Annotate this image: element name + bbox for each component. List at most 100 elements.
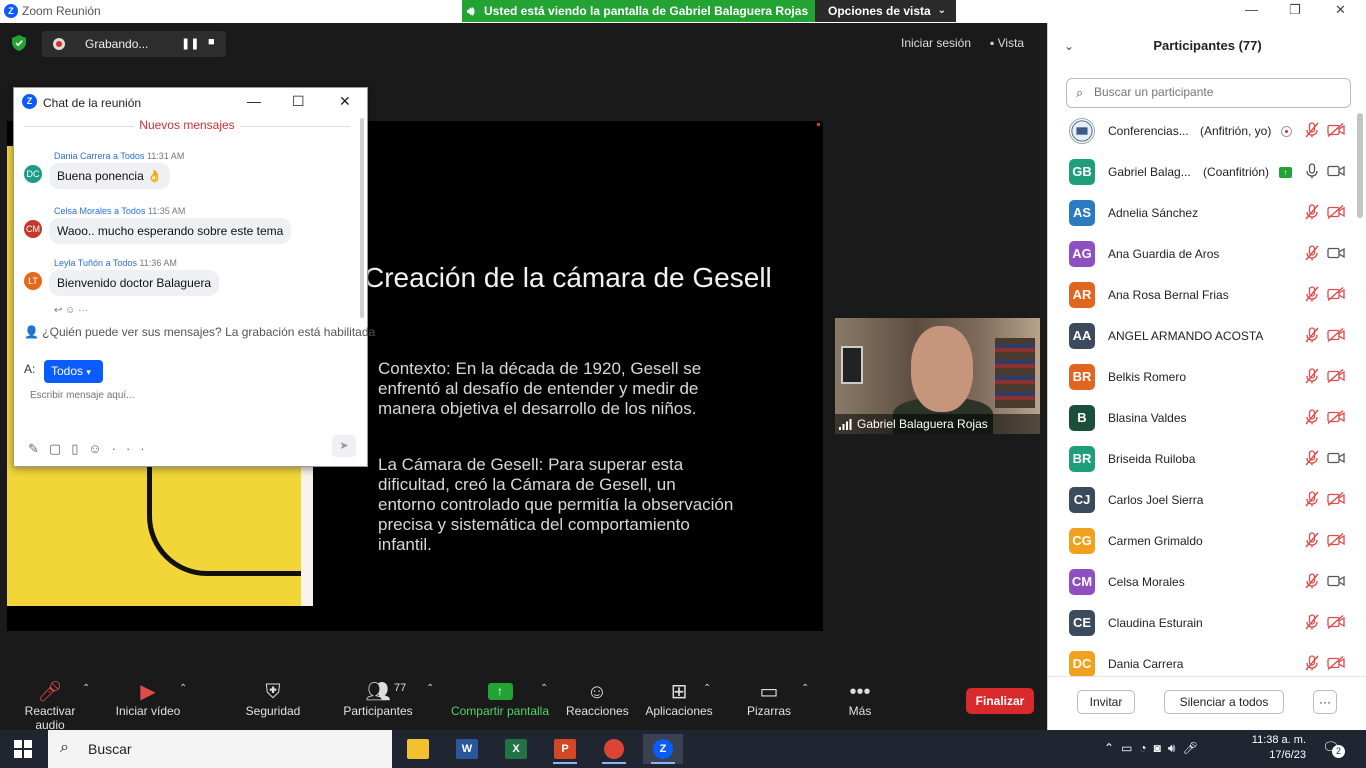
participant-search-input[interactable]: [1094, 85, 1344, 99]
file-explorer-app[interactable]: [398, 734, 438, 764]
system-clock[interactable]: 11:38 a. m. 17/6/23: [1246, 733, 1306, 763]
participant-search-box[interactable]: ⌕: [1066, 78, 1351, 108]
signin-link[interactable]: Iniciar sesión: [901, 36, 971, 50]
emoji-icon[interactable]: ☺: [88, 441, 111, 456]
speaker-video-tile[interactable]: Gabriel Balaguera Rojas: [835, 318, 1040, 434]
participant-row[interactable]: AR Ana Rosa Bernal Frias: [1048, 278, 1366, 319]
video-off-icon[interactable]: [1327, 614, 1345, 630]
apps-button[interactable]: ⊞ Aplicaciones ⌃: [643, 672, 715, 718]
restore-icon[interactable]: ❐: [1289, 2, 1301, 18]
participant-row[interactable]: CE Claudina Esturain: [1048, 606, 1366, 647]
chat-visibility-note[interactable]: 👤 ¿Quién puede ver sus mensajes? La grab…: [24, 325, 375, 339]
battery-icon[interactable]: ▭: [1121, 741, 1139, 755]
view-button[interactable]: ▪ Vista: [990, 36, 1024, 50]
chevron-up-icon[interactable]: ⌃: [801, 683, 809, 694]
encryption-shield-icon[interactable]: [12, 35, 26, 51]
chat-message-input[interactable]: [30, 390, 350, 401]
screenshot-icon[interactable]: ▢: [49, 441, 71, 456]
muted-microphone-icon[interactable]: [1304, 286, 1320, 302]
chrome-app[interactable]: [594, 734, 634, 764]
volume-icon[interactable]: 🔊︎: [1168, 741, 1183, 755]
more-button[interactable]: ••• Más: [842, 672, 878, 718]
emoji-reaction-icon[interactable]: ☺: [65, 305, 75, 316]
participant-row[interactable]: BR Briseida Ruiloba: [1048, 442, 1366, 483]
participant-row[interactable]: Conferencias... (Anfitrión, yo): [1048, 114, 1366, 155]
participant-row[interactable]: AS Adnelia Sánchez: [1048, 196, 1366, 237]
send-button[interactable]: ➤: [332, 435, 356, 457]
taskbar-search-box[interactable]: ⌕ Buscar: [48, 730, 392, 768]
muted-microphone-icon[interactable]: [1304, 532, 1320, 548]
reactions-button[interactable]: ☺ Reacciones: [566, 672, 629, 718]
video-icon[interactable]: [1327, 164, 1345, 178]
video-off-icon[interactable]: [1327, 327, 1345, 343]
start-video-button[interactable]: ▶︎ Iniciar vídeo ⌃: [113, 672, 188, 718]
video-off-icon[interactable]: [1327, 409, 1345, 425]
view-options-dropdown[interactable]: Opciones de vista ⌄: [815, 0, 956, 22]
security-button[interactable]: ⛨ Seguridad: [243, 672, 303, 718]
muted-microphone-icon[interactable]: [1304, 368, 1320, 384]
close-icon[interactable]: ✕: [339, 93, 351, 110]
muted-microphone-icon[interactable]: [1304, 409, 1320, 425]
format-text-icon[interactable]: ✎: [28, 441, 49, 456]
video-off-icon[interactable]: [1327, 532, 1345, 548]
chat-scrollbar[interactable]: [360, 118, 364, 318]
participant-row[interactable]: GB Gabriel Balag... (Coanfitrión) ↑: [1048, 155, 1366, 196]
windows-start-icon[interactable]: [14, 740, 32, 758]
muted-microphone-icon[interactable]: [1304, 491, 1320, 507]
muted-microphone-icon[interactable]: [1304, 614, 1320, 630]
more-options-button[interactable]: ···: [1313, 690, 1337, 714]
muted-microphone-icon[interactable]: [1304, 450, 1320, 466]
video-icon[interactable]: [1327, 246, 1345, 260]
participants-button[interactable]: 👥︎ Participantes 77 ⌃: [342, 672, 434, 718]
video-off-icon[interactable]: [1327, 204, 1345, 220]
muted-microphone-icon[interactable]: [1304, 204, 1320, 220]
muted-microphone-icon[interactable]: [1304, 327, 1320, 343]
stop-recording-button[interactable]: ■: [208, 36, 215, 48]
reply-icon[interactable]: ↩: [54, 305, 62, 316]
participant-row[interactable]: CJ Carlos Joel Sierra: [1048, 483, 1366, 524]
camera-icon[interactable]: ◙: [1154, 741, 1168, 755]
pause-recording-button[interactable]: ❚❚: [181, 37, 199, 50]
powerpoint-app[interactable]: P: [545, 734, 585, 764]
muted-microphone-icon[interactable]: [1304, 573, 1320, 589]
notification-center[interactable]: 🗨︎ 2: [1322, 739, 1345, 758]
video-off-icon[interactable]: [1327, 122, 1345, 138]
mute-all-button[interactable]: Silenciar a todos: [1164, 690, 1284, 714]
microphone-icon[interactable]: [1304, 163, 1320, 179]
invite-button[interactable]: Invitar: [1077, 690, 1135, 714]
chevron-up-icon[interactable]: ⌃: [1104, 741, 1121, 755]
video-off-icon[interactable]: [1327, 491, 1345, 507]
maximize-icon[interactable]: ☐: [292, 93, 305, 110]
close-icon[interactable]: ✕: [1335, 2, 1346, 18]
participant-row[interactable]: BR Belkis Romero: [1048, 360, 1366, 401]
more-tools-icon[interactable]: ···: [112, 441, 155, 456]
muted-microphone-icon[interactable]: [1304, 245, 1320, 261]
recipient-select[interactable]: Todos ▾: [44, 360, 103, 383]
video-off-icon[interactable]: [1327, 655, 1345, 671]
unmute-audio-button[interactable]: 🎤︎ Reactivar audio ⌃: [10, 672, 91, 732]
muted-microphone-icon[interactable]: [1304, 655, 1320, 671]
minimize-icon[interactable]: —: [247, 93, 261, 109]
video-off-icon[interactable]: [1327, 368, 1345, 384]
chevron-up-icon[interactable]: ⌃: [703, 683, 711, 694]
video-off-icon[interactable]: [1327, 286, 1345, 302]
file-icon[interactable]: ▯: [71, 441, 88, 456]
participant-row[interactable]: CM Celsa Morales: [1048, 565, 1366, 606]
participant-row[interactable]: AG Ana Guardia de Aros: [1048, 237, 1366, 278]
wifi-icon[interactable]: ◔: [1139, 741, 1153, 755]
video-icon[interactable]: [1327, 574, 1345, 588]
more-options-icon[interactable]: ···: [78, 305, 88, 316]
chevron-up-icon[interactable]: ⌃: [540, 683, 548, 694]
chevron-up-icon[interactable]: ⌃: [82, 683, 90, 694]
muted-microphone-icon[interactable]: [1304, 122, 1320, 138]
end-meeting-button[interactable]: Finalizar: [966, 688, 1034, 714]
participant-list-scrollbar[interactable]: [1357, 113, 1363, 218]
microphone-icon[interactable]: 🎤︎: [1182, 741, 1204, 755]
excel-app[interactable]: X: [496, 734, 536, 764]
video-icon[interactable]: [1327, 451, 1345, 465]
word-app[interactable]: W: [447, 734, 487, 764]
participant-row[interactable]: CG Carmen Grimaldo: [1048, 524, 1366, 565]
participant-row[interactable]: B Blasina Valdes: [1048, 401, 1366, 442]
participant-row[interactable]: AA ANGEL ARMANDO ACOSTA: [1048, 319, 1366, 360]
minimize-icon[interactable]: —: [1245, 2, 1258, 17]
